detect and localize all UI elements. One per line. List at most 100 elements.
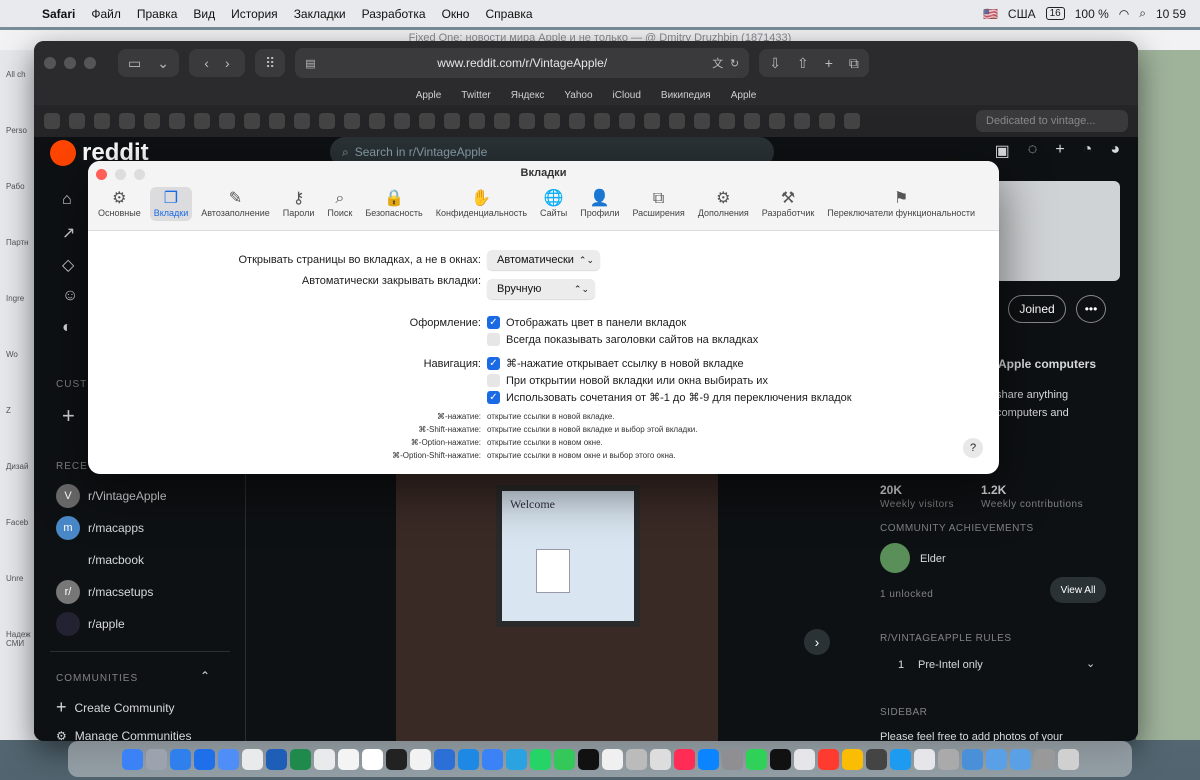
- fav-yahoo[interactable]: Yahoo: [564, 90, 592, 101]
- mail-icon[interactable]: [217, 748, 239, 770]
- app-icon[interactable]: [649, 748, 671, 770]
- tab-feature-flags[interactable]: ⚑ Переключатели функциональности: [823, 187, 979, 221]
- app-icon[interactable]: [457, 748, 479, 770]
- download-icon[interactable]: ⇩: [769, 55, 781, 72]
- photos-icon[interactable]: [601, 748, 623, 770]
- joined-button[interactable]: Joined: [1008, 295, 1066, 323]
- compass-icon[interactable]: [193, 748, 215, 770]
- avatar[interactable]: ◕: [1110, 141, 1120, 161]
- chat-icon[interactable]: ◌: [1028, 141, 1038, 161]
- tab-autofill[interactable]: ✎ Автозаполнение: [197, 187, 274, 221]
- menu-help[interactable]: Справка: [477, 7, 540, 21]
- folder-icon[interactable]: [985, 748, 1007, 770]
- help-button[interactable]: ?: [963, 438, 983, 458]
- whatsapp-icon[interactable]: [529, 748, 551, 770]
- pinned-tab[interactable]: [319, 113, 335, 129]
- forward-icon[interactable]: ›: [225, 55, 230, 71]
- reload-icon[interactable]: ↻: [730, 57, 739, 70]
- calendar-icon[interactable]: [361, 748, 383, 770]
- clock[interactable]: 10 59: [1156, 7, 1186, 21]
- excel-icon[interactable]: [289, 748, 311, 770]
- tab-advanced[interactable]: ⚙ Дополнения: [694, 187, 753, 221]
- input-source-label[interactable]: США: [1008, 7, 1036, 21]
- pinned-tab[interactable]: [294, 113, 310, 129]
- app-store-icon[interactable]: [697, 748, 719, 770]
- menu-file[interactable]: Файл: [83, 7, 129, 21]
- recent-apple[interactable]: r/apple: [56, 612, 125, 636]
- app-icon[interactable]: [241, 748, 263, 770]
- fav-wikipedia[interactable]: Википедия: [661, 90, 711, 101]
- folder-icon[interactable]: [961, 748, 983, 770]
- auto-close-select[interactable]: Вручную ⌃⌄: [487, 279, 595, 299]
- numbers-icon[interactable]: [745, 748, 767, 770]
- activity-monitor-icon[interactable]: [769, 748, 791, 770]
- app-icon[interactable]: [937, 748, 959, 770]
- pinned-tab[interactable]: [844, 113, 860, 129]
- share-icon[interactable]: ⇧: [797, 55, 809, 72]
- manage-communities-button[interactable]: ⚙ Manage Communities: [56, 729, 191, 741]
- chevron-up-icon[interactable]: ⌃: [200, 669, 210, 683]
- tab-profiles[interactable]: 👤 Профили: [576, 187, 623, 221]
- explore-icon[interactable]: ◇: [62, 255, 74, 275]
- pinned-tab[interactable]: [494, 113, 510, 129]
- new-tab-icon[interactable]: +: [825, 55, 833, 71]
- pinned-tab[interactable]: [344, 113, 360, 129]
- pinned-tab[interactable]: [594, 113, 610, 129]
- notes-icon[interactable]: [337, 748, 359, 770]
- pinned-tab[interactable]: [194, 113, 210, 129]
- cmd-click-checkbox[interactable]: ✓ ⌘-нажатие открывает ссылку в новой вкла…: [487, 357, 744, 370]
- app-icon[interactable]: [409, 748, 431, 770]
- pinned-tab[interactable]: [694, 113, 710, 129]
- show-titles-checkbox[interactable]: Всегда показывать заголовки сайтов на вк…: [487, 333, 758, 346]
- pinned-tab[interactable]: [94, 113, 110, 129]
- next-image-button[interactable]: ›: [804, 629, 830, 655]
- shortcuts-icon[interactable]: [385, 748, 407, 770]
- tab-websites[interactable]: 🌐 Сайты: [536, 187, 571, 221]
- tab-extensions[interactable]: ⧉ Расширения: [628, 187, 688, 221]
- active-tab[interactable]: Dedicated to vintage...: [976, 110, 1128, 132]
- zoom-button[interactable]: [84, 57, 96, 69]
- app-icon[interactable]: [913, 748, 935, 770]
- messages-icon[interactable]: [553, 748, 575, 770]
- recent-vintageapple[interactable]: Vr/VintageApple: [56, 484, 167, 508]
- menu-window[interactable]: Окно: [434, 7, 478, 21]
- settings-icon[interactable]: [721, 748, 743, 770]
- share-tools-group[interactable]: ⇩ ⇧ + ⧉: [759, 49, 869, 77]
- telegram-icon[interactable]: [505, 748, 527, 770]
- show-color-checkbox[interactable]: ✓ Отображать цвет в панели вкладок: [487, 316, 686, 329]
- pinned-tab[interactable]: [569, 113, 585, 129]
- notifications-icon[interactable]: ◔: [1083, 141, 1093, 161]
- pinned-tab[interactable]: [744, 113, 760, 129]
- ad-icon[interactable]: ▣: [995, 141, 1010, 161]
- pinned-tab[interactable]: [44, 113, 60, 129]
- post-image[interactable]: Welcome: [396, 471, 718, 741]
- safari-icon[interactable]: [169, 748, 191, 770]
- input-source-icon[interactable]: 🇺🇸: [983, 7, 998, 21]
- pinned-tab[interactable]: [519, 113, 535, 129]
- pinned-tab[interactable]: [144, 113, 160, 129]
- rule-text[interactable]: Pre-Intel only: [918, 659, 983, 671]
- pinned-tab[interactable]: [644, 113, 660, 129]
- select-new-tab-checkbox[interactable]: При открытии новой вкладки или окна выби…: [487, 374, 768, 387]
- add-custom-feed-icon[interactable]: +: [62, 403, 75, 429]
- pinned-tab[interactable]: [169, 113, 185, 129]
- app-icon[interactable]: [1033, 748, 1055, 770]
- menu-view[interactable]: Вид: [185, 7, 223, 21]
- tab-overview-button[interactable]: ⠿: [254, 49, 286, 77]
- finder-icon[interactable]: [121, 748, 143, 770]
- create-community-button[interactable]: + Create Community: [56, 697, 175, 718]
- fav-apple-2[interactable]: Apple: [731, 90, 757, 101]
- fav-icloud[interactable]: iCloud: [613, 90, 641, 101]
- pinned-tab[interactable]: [819, 113, 835, 129]
- tab-tabs[interactable]: ❐ Вкладки: [149, 187, 193, 221]
- menu-history[interactable]: История: [223, 7, 286, 21]
- word-icon[interactable]: [265, 748, 287, 770]
- pinned-tab[interactable]: [619, 113, 635, 129]
- recent-macsetups[interactable]: r/r/macsetups: [56, 580, 153, 604]
- tab-search[interactable]: ⌕ Поиск: [323, 187, 356, 221]
- minimize-button[interactable]: [64, 57, 76, 69]
- app-icon[interactable]: [577, 748, 599, 770]
- open-pages-select[interactable]: Автоматически ⌃⌄: [487, 250, 600, 270]
- stats-icon[interactable]: ◐: [62, 319, 72, 337]
- address-bar[interactable]: ▤ www.reddit.com/r/VintageApple/ 文 ↻: [295, 48, 750, 78]
